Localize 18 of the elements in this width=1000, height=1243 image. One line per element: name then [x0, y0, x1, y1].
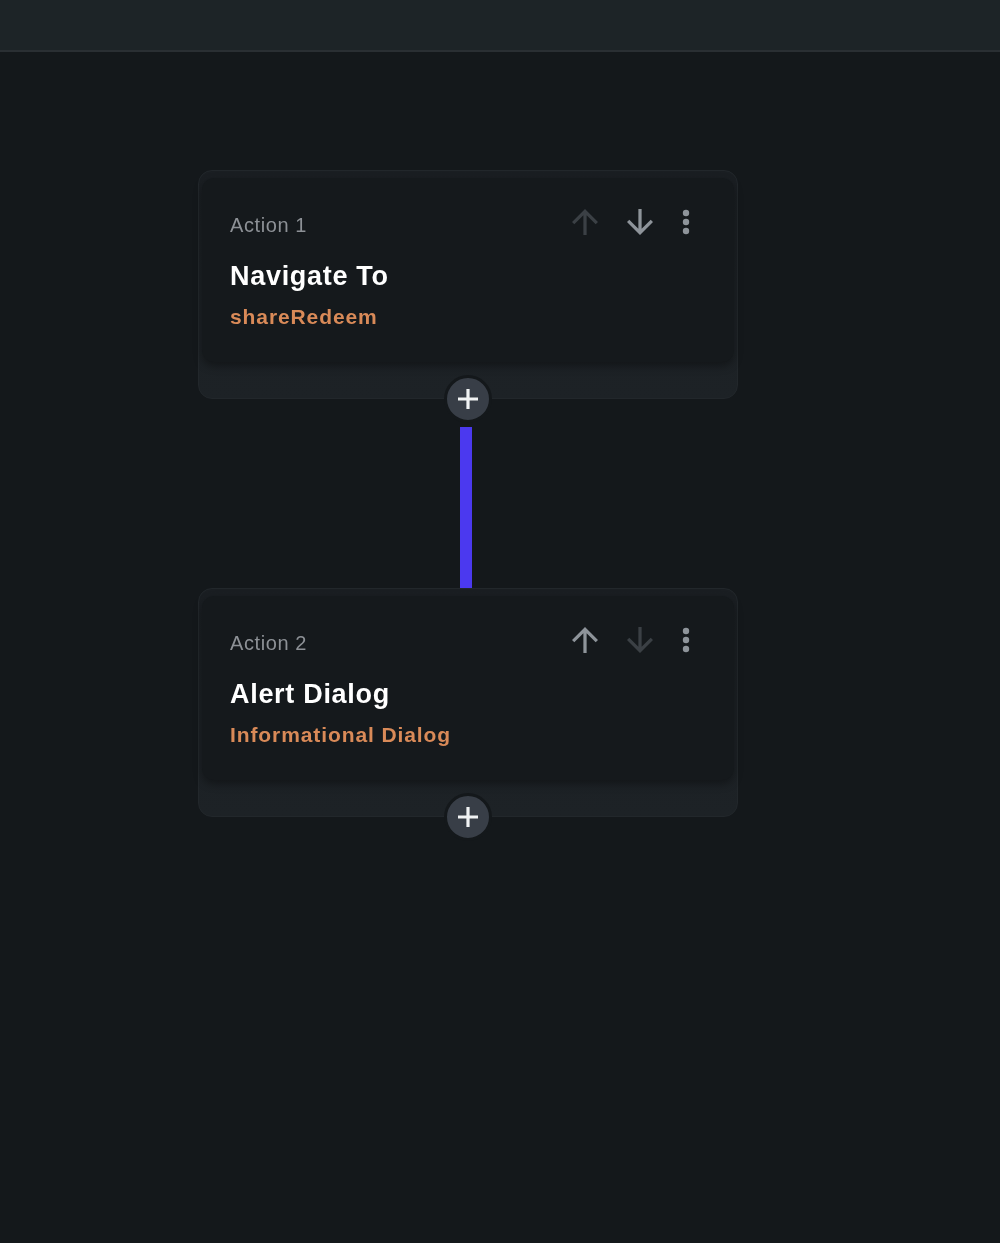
move-down-button[interactable]	[627, 209, 653, 235]
more-options-button[interactable]	[682, 627, 690, 653]
more-options-button[interactable]	[682, 209, 690, 235]
action-label: Action 1	[230, 213, 308, 237]
action-subtitle: shareRedeem	[230, 305, 378, 329]
arrow-down-icon	[627, 209, 653, 235]
more-vertical-icon	[682, 209, 690, 235]
plus-icon	[458, 807, 478, 827]
action-title: Navigate To	[230, 260, 389, 293]
arrow-down-icon	[627, 627, 653, 653]
move-up-button[interactable]	[572, 627, 598, 653]
action-subtitle: Informational Dialog	[230, 723, 451, 747]
arrow-up-icon	[572, 627, 598, 653]
arrow-up-icon	[572, 209, 598, 235]
action-label: Action 2	[230, 631, 308, 655]
plus-icon	[458, 389, 478, 409]
action-title: Alert Dialog	[230, 678, 390, 711]
more-vertical-icon	[682, 627, 690, 653]
